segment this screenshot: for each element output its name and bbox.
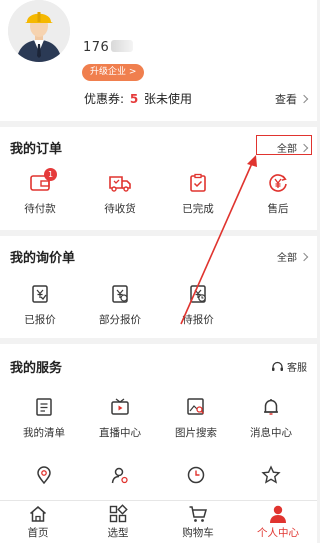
bell-icon [264, 399, 278, 415]
yen-return-icon [269, 174, 287, 192]
order-completed[interactable]: 已完成 [168, 173, 228, 216]
service-item-5[interactable] [14, 465, 74, 485]
tab-personal-center[interactable]: 个人中心 [248, 504, 308, 540]
inquiry-pending[interactable]: 待报价 [168, 284, 228, 327]
upgrade-enterprise-button[interactable]: 升级企业 > [82, 64, 145, 81]
clock-icon [187, 466, 205, 484]
service-live-center-label: 直播中心 [99, 427, 141, 439]
service-image-search[interactable]: 图片搜索 [166, 397, 226, 440]
customer-service-link[interactable]: 客服 [271, 359, 307, 374]
pending-quote-icon [190, 285, 206, 303]
tab-cart[interactable]: 购物车 [168, 504, 228, 540]
inquiry-title: 我的询价单 [10, 251, 76, 266]
avatar[interactable] [8, 0, 70, 62]
live-tv-icon [111, 398, 129, 415]
coupon-info[interactable]: 优惠券: 5 张未使用 [84, 90, 192, 107]
chevron-right-icon [299, 94, 309, 104]
phone-number: 176 [83, 40, 134, 55]
cart-icon [189, 506, 207, 522]
list-icon [36, 398, 52, 416]
star-icon [261, 465, 281, 484]
coupon-view-label: 查看 [275, 93, 297, 106]
tab-personal-center-label: 个人中心 [257, 527, 299, 539]
service-item-6[interactable] [90, 465, 150, 485]
phone-masked [111, 40, 134, 52]
profile-header: 176 升级企业 > 优惠券: 5 张未使用 查看 [0, 0, 317, 121]
worker-avatar-icon [8, 0, 70, 62]
service-my-list-label: 我的清单 [23, 427, 65, 439]
order-after-sales[interactable]: 售后 [248, 173, 308, 216]
inquiry-pending-label: 待报价 [182, 314, 214, 326]
orders-title: 我的订单 [10, 142, 63, 157]
service-message-center[interactable]: 消息中心 [241, 397, 301, 440]
inquiry-partial[interactable]: 部分报价 [90, 284, 150, 327]
bottom-tab-bar: 首页 选型 购物车 个人中心 [0, 500, 317, 543]
headset-icon [272, 361, 283, 371]
truck-icon [109, 176, 131, 192]
coupon-count: 5 [129, 92, 139, 106]
inquiry-quoted-label: 已报价 [24, 314, 56, 326]
partial-quote-icon [112, 285, 128, 303]
services-title: 我的服务 [10, 361, 63, 376]
services-card: 我的服务 客服 我的清单 直播中心 图片搜索 消息中心 [0, 344, 317, 500]
all-orders-highlight-box [256, 135, 312, 155]
service-my-list[interactable]: 我的清单 [14, 397, 74, 440]
tab-home[interactable]: 首页 [8, 504, 68, 540]
service-image-search-label: 图片搜索 [175, 427, 217, 439]
order-after-sales-label: 售后 [267, 203, 289, 215]
tab-selection-label: 选型 [107, 527, 129, 539]
service-message-center-label: 消息中心 [250, 427, 292, 439]
phone-prefix: 176 [83, 40, 110, 55]
tab-cart-label: 购物车 [182, 527, 214, 539]
coupon-label: 优惠券: [84, 92, 128, 106]
service-live-center[interactable]: 直播中心 [90, 397, 150, 440]
order-completed-label: 已完成 [182, 203, 214, 215]
tab-home-label: 首页 [27, 527, 49, 539]
coupon-view-link[interactable]: 查看 [275, 91, 309, 107]
service-item-8[interactable] [241, 465, 301, 485]
customer-service-label: 客服 [287, 363, 307, 374]
chevron-right-icon [299, 252, 309, 262]
coupon-suffix: 张未使用 [140, 92, 193, 106]
inquiry-all-link[interactable]: 全部 [277, 249, 309, 264]
tab-selection[interactable]: 选型 [88, 504, 148, 540]
order-pending-payment-label: 待付款 [24, 203, 56, 215]
inquiry-quoted[interactable]: 已报价 [10, 284, 70, 327]
quoted-icon [32, 285, 48, 303]
image-search-icon [187, 398, 204, 415]
service-item-7[interactable] [166, 465, 226, 485]
inquiry-all-label: 全部 [277, 253, 297, 264]
home-icon [30, 506, 46, 522]
clipboard-check-icon [190, 173, 206, 192]
order-pending-delivery-label: 待收货 [104, 203, 136, 215]
order-pending-delivery[interactable]: 待收货 [90, 173, 150, 216]
order-pending-payment[interactable]: 1 待付款 [10, 168, 70, 216]
inquiry-card: 我的询价单 全部 已报价 部分报价 待报价 [0, 236, 317, 338]
inquiry-partial-label: 部分报价 [99, 314, 141, 326]
location-user-icon [37, 466, 51, 485]
person-icon [270, 505, 286, 523]
user-settings-icon [111, 467, 128, 484]
grid-icon [109, 504, 128, 523]
order-badge: 1 [44, 168, 57, 181]
